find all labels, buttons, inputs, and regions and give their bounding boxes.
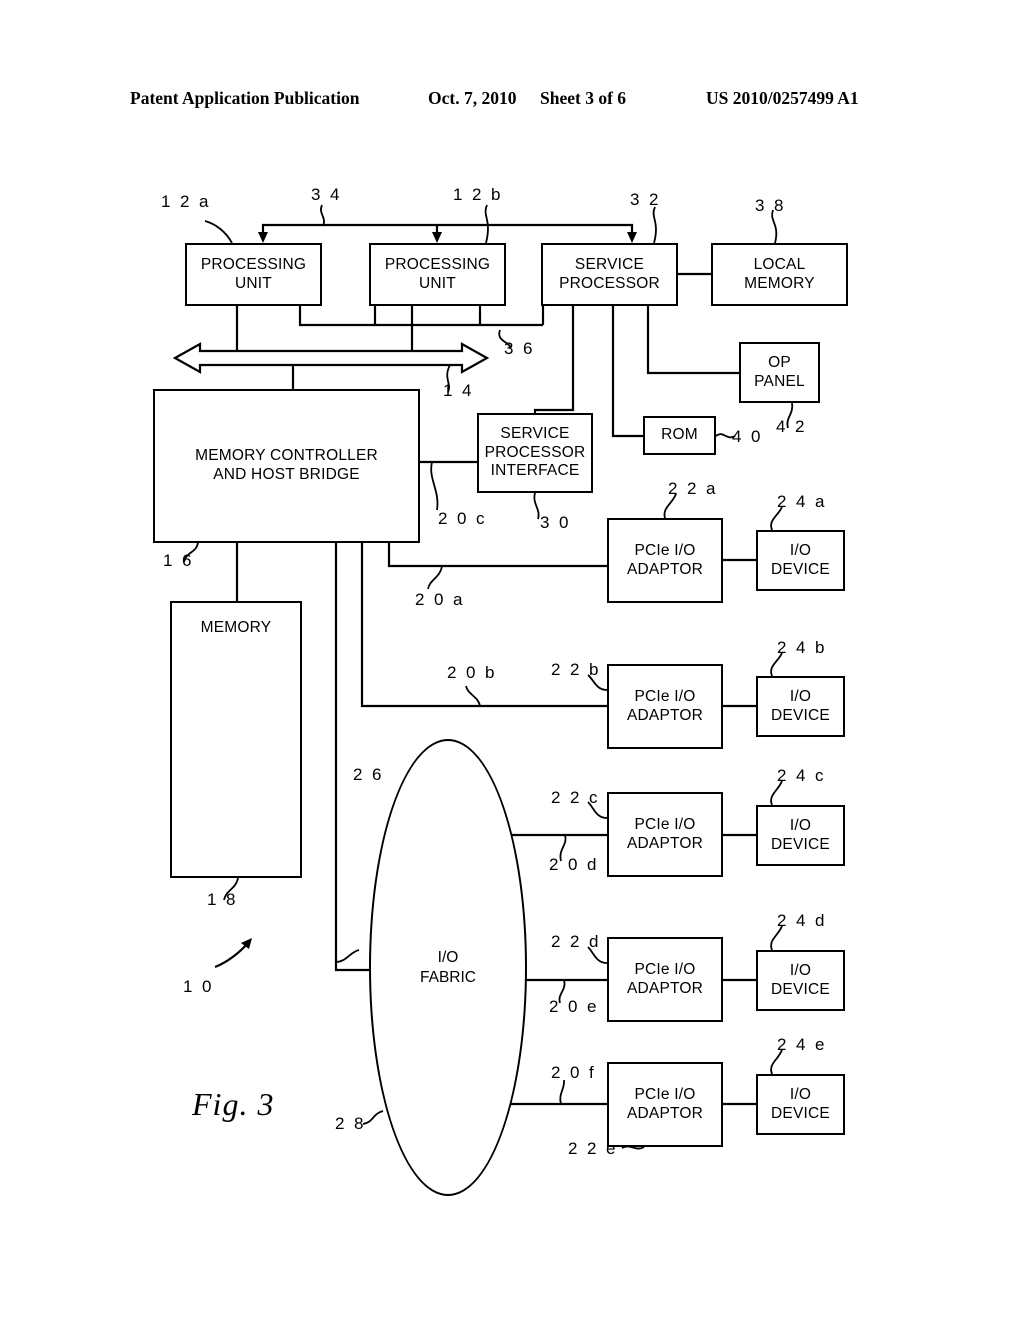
ref-38: 3 8 — [755, 196, 786, 215]
io-device-d-label: I/O DEVICE — [771, 961, 830, 998]
ref-20d: 2 0 d — [549, 855, 599, 874]
header-sheet: Sheet 3 of 6 — [540, 88, 627, 108]
pcie-io-adaptor-a-label: PCIe I/O ADAPTOR — [626, 541, 704, 578]
ref-20f: 2 0 f — [551, 1063, 597, 1082]
local-memory-label: LOCAL MEMORY — [744, 255, 815, 292]
bus-14 — [172, 342, 490, 374]
rom-label: ROM — [661, 426, 698, 444]
ref-12b: 1 2 b — [453, 185, 503, 204]
ref-24c: 2 4 c — [777, 766, 826, 785]
ref-20a: 2 0 a — [415, 590, 465, 609]
pcie-io-adaptor-c-label: PCIe I/O ADAPTOR — [626, 815, 704, 852]
processing-unit-a-box: PROCESSING UNIT — [185, 243, 322, 306]
ref-22a: 2 2 a — [668, 479, 718, 498]
local-memory-box: LOCAL MEMORY — [711, 243, 848, 306]
ref-22c: 2 2 c — [551, 788, 600, 807]
patent-figure-page: Patent Application Publication Oct. 7, 2… — [0, 0, 1024, 1320]
ref-24d: 2 4 d — [777, 911, 827, 930]
op-panel-label: OP PANEL — [754, 353, 805, 390]
figure-label: Fig. 3 — [192, 1086, 275, 1122]
io-device-b-box: I/O DEVICE — [756, 676, 845, 737]
wire-net-36 — [298, 306, 545, 327]
io-device-e-box: I/O DEVICE — [756, 1074, 845, 1135]
ref-18: 1 8 — [207, 890, 238, 909]
ref-12a: 1 2 a — [161, 192, 211, 211]
io-device-e-label: I/O DEVICE — [771, 1085, 830, 1122]
memory-label: MEMORY — [200, 619, 272, 636]
memory-controller-host-bridge-label: MEMORY CONTROLLER AND HOST BRIDGE — [195, 447, 378, 483]
rom-box: ROM — [643, 416, 716, 455]
ref-34: 3 4 — [311, 185, 342, 204]
ref-14: 1 4 — [443, 381, 474, 400]
ref-16: 1 6 — [163, 551, 194, 570]
memory-controller-host-bridge-box: MEMORY CONTROLLER AND HOST BRIDGE — [153, 389, 420, 543]
pcie-io-adaptor-b-box: PCIe I/O ADAPTOR — [607, 664, 723, 749]
io-device-c-box: I/O DEVICE — [756, 805, 845, 866]
memory-box: MEMORY — [170, 601, 302, 878]
service-processor-label: SERVICE PROCESSOR — [559, 255, 660, 292]
wire-sp-to-op-panel — [646, 306, 739, 375]
ref-10-system: 1 0 — [183, 977, 214, 996]
ref-32: 3 2 — [630, 190, 661, 209]
service-processor-interface-box: SERVICE PROCESSOR INTERFACE — [477, 413, 593, 493]
processing-unit-b-box: PROCESSING UNIT — [369, 243, 506, 306]
ref-28: 2 8 — [335, 1114, 366, 1133]
ref-42: 4 2 — [776, 417, 807, 436]
io-device-a-label: I/O DEVICE — [771, 541, 830, 578]
ref-24b: 2 4 b — [777, 638, 827, 657]
ref-20c: 2 0 c — [438, 509, 487, 528]
wire-20a — [387, 543, 607, 568]
io-fabric-label: I/O FABRIC — [420, 949, 476, 986]
ref-22b: 2 2 b — [551, 660, 601, 679]
ref-24e: 2 4 e — [777, 1035, 827, 1054]
io-device-c-label: I/O DEVICE — [771, 816, 830, 853]
pcie-io-adaptor-d-label: PCIe I/O ADAPTOR — [626, 960, 704, 997]
pcie-io-adaptor-e-box: PCIe I/O ADAPTOR — [607, 1062, 723, 1147]
service-processor-box: SERVICE PROCESSOR — [541, 243, 678, 306]
bus-34 — [258, 223, 637, 243]
io-fabric-ellipse: I/O FABRIC — [369, 739, 527, 1196]
processing-unit-a-label: PROCESSING UNIT — [200, 255, 307, 292]
ref-22e: 2 2 e — [568, 1139, 618, 1158]
wire-sp-to-spi — [533, 306, 575, 413]
ref-36: 3 6 — [504, 339, 535, 358]
ref-26: 2 6 — [353, 765, 384, 784]
connector-lines — [172, 204, 794, 1150]
ref-20b: 2 0 b — [447, 663, 497, 682]
io-device-b-label: I/O DEVICE — [771, 687, 830, 724]
leader-10-arrow — [214, 938, 252, 969]
ref-22d: 2 2 d — [551, 932, 601, 951]
service-processor-interface-label: SERVICE PROCESSOR INTERFACE — [484, 424, 586, 480]
ref-24a: 2 4 a — [777, 492, 827, 511]
io-device-d-box: I/O DEVICE — [756, 950, 845, 1011]
page-header: Patent Application Publication Oct. 7, 2… — [0, 88, 1024, 114]
wire-sp-to-rom — [611, 306, 643, 438]
header-publication: Patent Application Publication — [130, 88, 360, 108]
header-date: Oct. 7, 2010 — [428, 88, 517, 108]
pcie-io-adaptor-b-label: PCIe I/O ADAPTOR — [626, 687, 704, 724]
ref-20e: 2 0 e — [549, 997, 599, 1016]
header-patent-number: US 2010/0257499 A1 — [706, 88, 859, 108]
io-device-a-box: I/O DEVICE — [756, 530, 845, 591]
ref-30: 3 0 — [540, 513, 571, 532]
pcie-io-adaptor-d-box: PCIe I/O ADAPTOR — [607, 937, 723, 1022]
op-panel-box: OP PANEL — [739, 342, 820, 403]
ref-40: 4 0 — [732, 427, 763, 446]
pcie-io-adaptor-e-label: PCIe I/O ADAPTOR — [626, 1085, 704, 1122]
pcie-io-adaptor-c-box: PCIe I/O ADAPTOR — [607, 792, 723, 877]
processing-unit-b-label: PROCESSING UNIT — [384, 255, 491, 292]
pcie-io-adaptor-a-box: PCIe I/O ADAPTOR — [607, 518, 723, 603]
